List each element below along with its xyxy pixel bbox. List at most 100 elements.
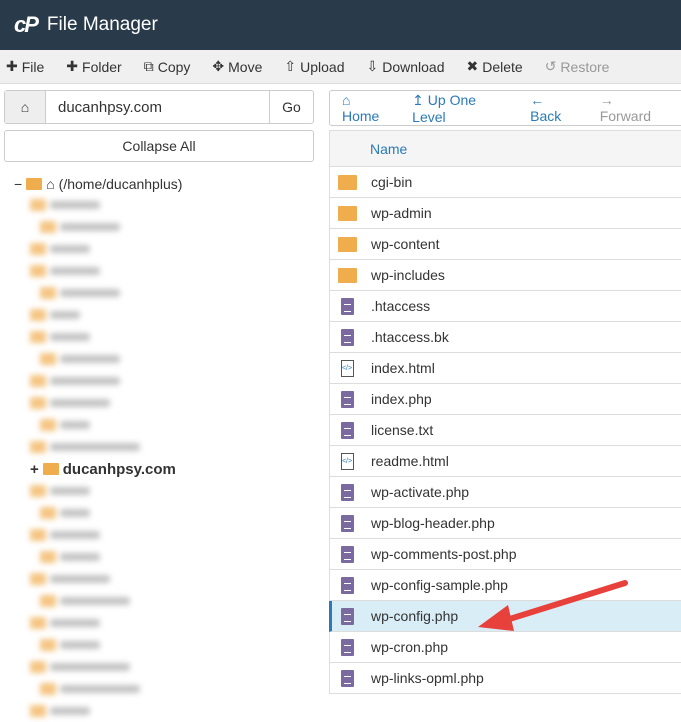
tree-item-blurred[interactable] bbox=[14, 546, 314, 568]
tree-item-blurred[interactable] bbox=[14, 590, 314, 612]
tree-item-blurred[interactable] bbox=[14, 656, 314, 678]
text-file-icon bbox=[336, 545, 358, 563]
file-name: .htaccess bbox=[371, 298, 431, 314]
file-row[interactable]: wp-links-opml.php bbox=[329, 663, 681, 694]
folder-icon bbox=[40, 419, 56, 431]
folder-icon bbox=[40, 221, 56, 233]
folder-icon bbox=[40, 507, 56, 519]
tree-item-blurred[interactable] bbox=[14, 260, 314, 282]
upload-icon: ⇧ bbox=[284, 58, 297, 74]
expand-icon[interactable]: + bbox=[30, 461, 39, 478]
file-row[interactable]: license.txt bbox=[329, 415, 681, 446]
restore-icon: ↺ bbox=[544, 58, 557, 74]
navigation-bar: ⌂ Home ↥ Up One Level ← Back → Forward bbox=[329, 90, 681, 126]
file-row[interactable]: wp-content bbox=[329, 229, 681, 260]
file-name: wp-comments-post.php bbox=[371, 546, 517, 562]
tree-item-blurred[interactable] bbox=[14, 612, 314, 634]
move-icon: ✥ bbox=[212, 58, 225, 74]
file-row[interactable]: .htaccess bbox=[329, 291, 681, 322]
folder-icon bbox=[30, 705, 46, 717]
folder-icon bbox=[30, 331, 46, 343]
folder-icon bbox=[30, 617, 46, 629]
file-name: index.php bbox=[371, 391, 432, 407]
tree-item-blurred[interactable] bbox=[14, 304, 314, 326]
red-arrow-annotation bbox=[478, 580, 628, 631]
collapse-all-button[interactable]: Collapse All bbox=[4, 130, 314, 162]
tree-root[interactable]: − ⌂ (/home/ducanhplus) bbox=[14, 174, 314, 194]
file-row[interactable]: wp-comments-post.php bbox=[329, 539, 681, 570]
folder-icon bbox=[30, 199, 46, 211]
go-button[interactable]: Go bbox=[269, 91, 313, 123]
file-row[interactable]: </> readme.html bbox=[329, 446, 681, 477]
tree-item-blurred[interactable] bbox=[14, 238, 314, 260]
upload-button[interactable]: ⇧ Upload bbox=[284, 58, 344, 75]
tree-item-blurred[interactable] bbox=[14, 392, 314, 414]
tree-item-current[interactable]: + ducanhpsy.com bbox=[14, 458, 314, 480]
forward-link[interactable]: → Forward bbox=[600, 92, 664, 124]
file-name: wp-admin bbox=[371, 205, 432, 221]
folder-icon bbox=[30, 661, 46, 673]
folder-icon bbox=[40, 639, 56, 651]
file-row[interactable]: wp-activate.php bbox=[329, 477, 681, 508]
tree-item-blurred[interactable] bbox=[14, 678, 314, 700]
tree-item-blurred[interactable] bbox=[14, 194, 314, 216]
tree-item-blurred[interactable] bbox=[14, 700, 314, 722]
file-row[interactable]: index.php bbox=[329, 384, 681, 415]
copy-icon: ⧉ bbox=[143, 58, 154, 74]
collapse-icon[interactable]: − bbox=[14, 176, 22, 192]
tree-item-blurred[interactable] bbox=[14, 370, 314, 392]
text-file-icon bbox=[336, 514, 358, 532]
download-button[interactable]: ⇩ Download bbox=[366, 58, 444, 75]
copy-button[interactable]: ⧉ Copy bbox=[144, 58, 191, 75]
tree-item-blurred[interactable] bbox=[14, 502, 314, 524]
tree-item-blurred[interactable] bbox=[14, 348, 314, 370]
tree-item-blurred[interactable] bbox=[14, 524, 314, 546]
file-row[interactable]: wp-cron.php bbox=[329, 632, 681, 663]
folder-icon bbox=[30, 309, 46, 321]
text-file-icon bbox=[336, 328, 358, 346]
move-button[interactable]: ✥ Move bbox=[212, 58, 262, 75]
tree-item-blurred[interactable] bbox=[14, 568, 314, 590]
file-name: wp-cron.php bbox=[371, 639, 449, 655]
folder-icon bbox=[30, 375, 46, 387]
text-file-icon bbox=[336, 297, 358, 315]
file-name: wp-activate.php bbox=[371, 484, 470, 500]
back-link[interactable]: ← Back bbox=[530, 92, 576, 124]
up-one-level-link[interactable]: ↥ Up One Level bbox=[412, 92, 506, 125]
file-name: wp-blog-header.php bbox=[371, 515, 495, 531]
toolbar: ✚ File ✚ Folder ⧉ Copy ✥ Move ⇧ Upload ⇩ Download ✖ D… bbox=[0, 50, 681, 84]
folder-icon bbox=[40, 551, 56, 563]
plus-icon: ✚ bbox=[66, 58, 79, 74]
home-link[interactable]: ⌂ Home bbox=[342, 92, 388, 124]
delete-button[interactable]: ✖ Delete bbox=[466, 58, 522, 75]
file-row[interactable]: wp-admin bbox=[329, 198, 681, 229]
folder-icon bbox=[30, 265, 46, 277]
text-file-icon bbox=[336, 638, 358, 656]
restore-button[interactable]: ↺ Restore bbox=[545, 58, 610, 75]
tree-item-blurred[interactable] bbox=[14, 480, 314, 502]
file-row[interactable]: wp-includes bbox=[329, 260, 681, 291]
folder-open-icon bbox=[26, 178, 43, 190]
file-name: wp-content bbox=[371, 236, 440, 252]
tree-item-blurred[interactable] bbox=[14, 216, 314, 238]
path-input[interactable]: ducanhpsy.com bbox=[46, 91, 269, 123]
tree-item-blurred[interactable] bbox=[14, 414, 314, 436]
tree-item-blurred[interactable] bbox=[14, 282, 314, 304]
file-row[interactable]: .htaccess.bk bbox=[329, 322, 681, 353]
tree-item-blurred[interactable] bbox=[14, 436, 314, 458]
text-file-icon bbox=[336, 607, 358, 625]
tree-item-blurred[interactable] bbox=[14, 326, 314, 348]
plus-icon: ✚ bbox=[6, 58, 18, 74]
file-row[interactable]: cgi-bin bbox=[329, 167, 681, 198]
name-column-header[interactable]: Name bbox=[329, 130, 681, 167]
folder-icon bbox=[40, 595, 56, 607]
file-row[interactable]: </> index.html bbox=[329, 353, 681, 384]
home-icon[interactable]: ⌂ bbox=[5, 91, 46, 123]
app-title: File Manager bbox=[46, 14, 158, 35]
file-button[interactable]: ✚ File bbox=[6, 58, 44, 75]
tree-item-blurred[interactable] bbox=[14, 634, 314, 656]
text-file-icon bbox=[336, 390, 358, 408]
file-row[interactable]: wp-blog-header.php bbox=[329, 508, 681, 539]
folder-button[interactable]: ✚ Folder bbox=[66, 58, 121, 75]
file-name: license.txt bbox=[371, 422, 434, 438]
